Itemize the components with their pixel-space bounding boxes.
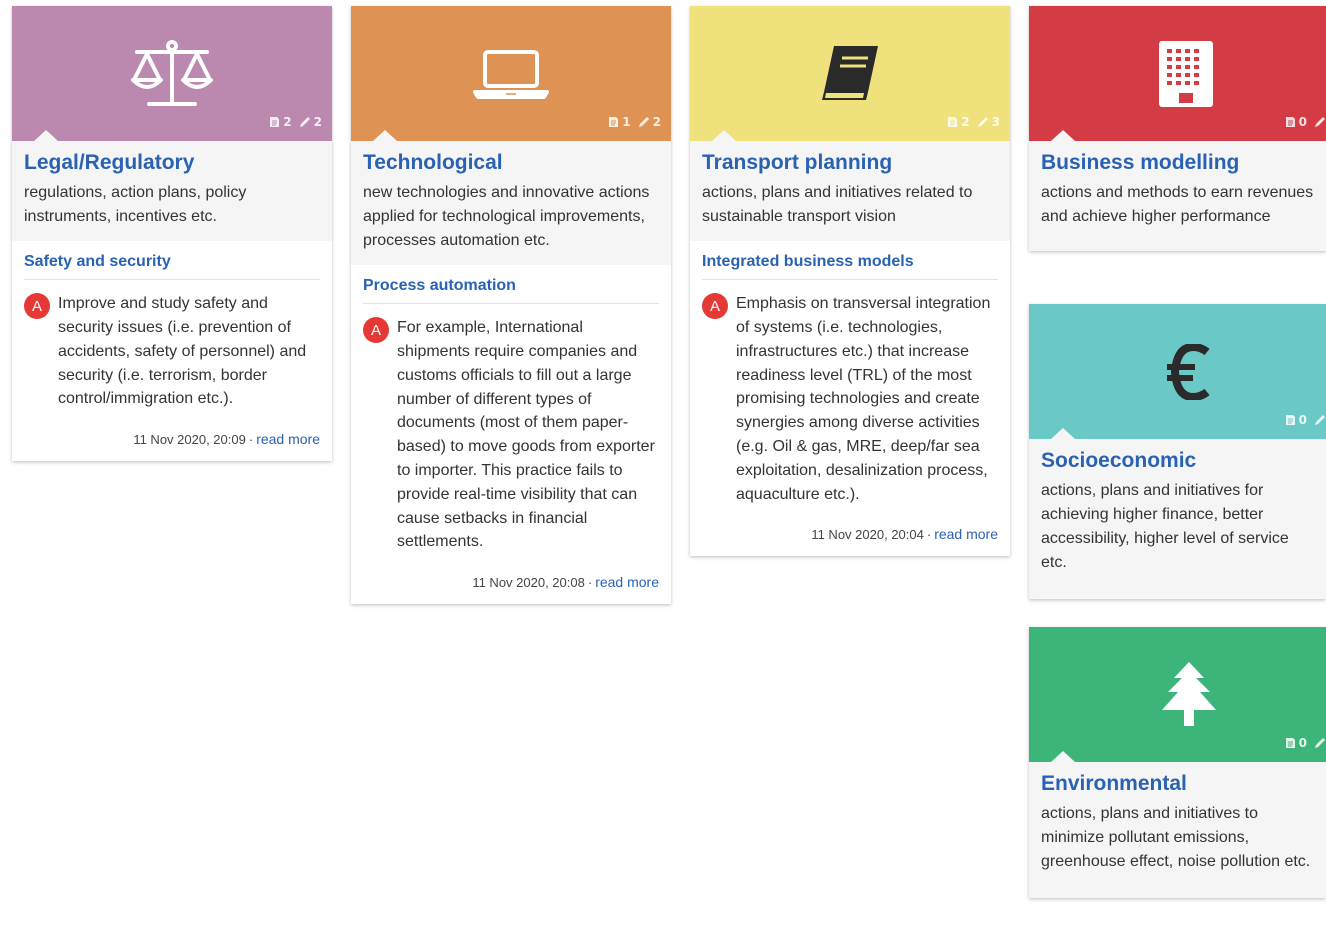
card-counts: 0 xyxy=(1284,413,1326,427)
card-description: actions, plans and initiatives for achie… xyxy=(1041,482,1289,572)
pencil-icon xyxy=(1314,116,1326,128)
card-body: Legal/Regulatory regulations, action pla… xyxy=(12,141,332,241)
laptop-icon xyxy=(466,29,556,119)
card-header[interactable]: 0 xyxy=(1029,304,1326,439)
card-title[interactable]: Environmental xyxy=(1041,772,1314,796)
card-description: actions, plans and initiatives related t… xyxy=(702,184,973,226)
document-icon xyxy=(1284,414,1296,426)
pencil-icon xyxy=(299,116,311,128)
card-counts: 0 xyxy=(1284,736,1326,750)
edits-count: 2 xyxy=(313,115,322,129)
document-icon xyxy=(268,116,280,128)
subcategory-title[interactable]: Safety and security xyxy=(24,253,320,281)
item-meta: 11 Nov 2020, 20:09 · read more xyxy=(133,431,320,448)
docs-count: 0 xyxy=(1298,413,1307,427)
card-title[interactable]: Legal/Regulatory xyxy=(24,151,320,175)
subcategory-panel: Process automation A For example, Intern… xyxy=(351,265,671,605)
item-meta: 11 Nov 2020, 20:04 · read more xyxy=(811,526,998,543)
docs-count: 2 xyxy=(961,115,970,129)
avatar: A xyxy=(24,293,50,320)
card-body: Socioeconomic actions, plans and initiat… xyxy=(1029,439,1326,599)
card-title[interactable]: Business modelling xyxy=(1041,151,1314,175)
docs-count: 0 xyxy=(1298,736,1307,750)
item-date: 11 Nov 2020, 20:09 xyxy=(133,432,246,448)
avatar: A xyxy=(702,293,728,320)
list-item: A Emphasis on transversal integration of… xyxy=(702,292,998,506)
item-text: For example, International shipments req… xyxy=(397,319,655,551)
item-date: 11 Nov 2020, 20:04 xyxy=(811,527,924,543)
card-header[interactable]: 0 xyxy=(1029,627,1326,762)
item-text: Improve and study safety and security is… xyxy=(58,295,307,408)
card-body: Technological new technologies and innov… xyxy=(351,141,671,265)
avatar: A xyxy=(363,317,389,344)
list-item: A Improve and study safety and security … xyxy=(24,292,320,411)
card-body: Business modelling actions and methods t… xyxy=(1029,141,1326,251)
list-item: A For example, International shipments r… xyxy=(363,316,659,554)
card-counts: 0 xyxy=(1284,115,1326,129)
card-header[interactable]: 0 xyxy=(1029,6,1326,141)
euro-icon xyxy=(1144,327,1234,417)
docs-count: 0 xyxy=(1298,115,1307,129)
card-title[interactable]: Transport planning xyxy=(702,151,998,175)
book-icon xyxy=(805,29,895,119)
document-icon xyxy=(946,116,958,128)
docs-count: 2 xyxy=(283,115,292,129)
document-icon xyxy=(607,116,619,128)
docs-count: 1 xyxy=(622,115,631,129)
card-description: new technologies and innovative actions … xyxy=(363,184,650,250)
subcategory-panel: Integrated business models A Emphasis on… xyxy=(690,241,1010,557)
card-description: actions and methods to earn revenues and… xyxy=(1041,184,1314,226)
card-description: regulations, action plans, policy instru… xyxy=(24,184,247,226)
pencil-icon xyxy=(638,116,650,128)
pencil-icon xyxy=(1314,414,1326,426)
category-card-environmental: 0 Environmental actions, plans and initi… xyxy=(1029,627,1326,899)
card-description: actions, plans and initiatives to minimi… xyxy=(1041,805,1311,871)
pencil-icon xyxy=(1314,737,1326,749)
card-header[interactable]: 2 3 xyxy=(690,6,1010,141)
item-text: Emphasis on transversal integration of s… xyxy=(736,295,991,503)
document-icon xyxy=(1284,737,1296,749)
category-card-technological: 1 2 Technological new technologies and i… xyxy=(351,6,671,605)
category-card-socioeconomic: 0 Socioeconomic actions, plans and initi… xyxy=(1029,304,1326,600)
subcategory-title[interactable]: Process automation xyxy=(363,277,659,305)
card-title[interactable]: Socioeconomic xyxy=(1041,449,1314,473)
category-card-business-modelling: 0 Business modelling actions and methods… xyxy=(1029,6,1326,252)
item-date: 11 Nov 2020, 20:08 xyxy=(472,575,585,591)
card-counts: 2 2 xyxy=(268,115,322,129)
card-header[interactable]: 2 2 xyxy=(12,6,332,141)
scales-icon xyxy=(127,29,217,119)
read-more-link[interactable]: read more xyxy=(256,431,320,447)
category-card-transport-planning: 2 3 Transport planning actions, plans an… xyxy=(690,6,1010,557)
card-header[interactable]: 1 2 xyxy=(351,6,671,141)
card-body: Transport planning actions, plans and in… xyxy=(690,141,1010,241)
card-title[interactable]: Technological xyxy=(363,151,659,175)
read-more-link[interactable]: read more xyxy=(595,574,659,590)
tree-icon xyxy=(1144,650,1234,740)
edits-count: 2 xyxy=(652,115,661,129)
pencil-icon xyxy=(977,116,989,128)
card-counts: 1 2 xyxy=(607,115,661,129)
document-icon xyxy=(1284,116,1296,128)
read-more-link[interactable]: read more xyxy=(934,526,998,542)
subcategory-panel: Safety and security A Improve and study … xyxy=(12,241,332,462)
item-meta: 11 Nov 2020, 20:08 · read more xyxy=(472,574,659,591)
card-body: Environmental actions, plans and initiat… xyxy=(1029,762,1326,898)
office-building-icon xyxy=(1141,29,1231,119)
subcategory-title[interactable]: Integrated business models xyxy=(702,253,998,281)
card-counts: 2 3 xyxy=(946,115,1000,129)
category-card-legal: 2 2 Legal/Regulatory regulations, action… xyxy=(12,6,332,462)
edits-count: 3 xyxy=(991,115,1000,129)
